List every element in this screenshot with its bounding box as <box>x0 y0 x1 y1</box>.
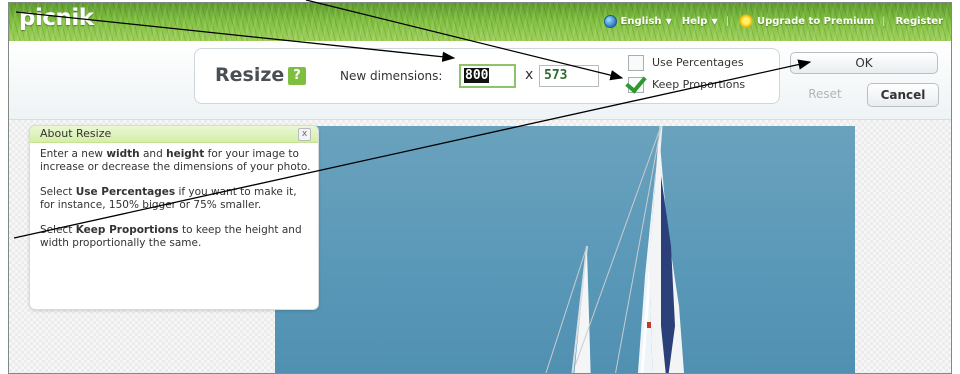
use-percentages-label[interactable]: Use Percentages <box>652 56 744 69</box>
picnik-window: picnik English ▼ Help ▼ | Upgrade to Pre… <box>8 2 952 374</box>
dimensions-label: New dimensions: <box>340 69 443 83</box>
about-resize-panel: About Resize x Enter a new width and hei… <box>29 125 319 310</box>
language-label: English <box>620 15 662 27</box>
keep-proportions-label[interactable]: Keep Proportions <box>652 78 745 91</box>
close-icon[interactable]: x <box>298 128 311 141</box>
about-paragraph: Select Keep Proportions to keep the heig… <box>40 224 302 249</box>
reset-button[interactable]: Reset <box>790 83 860 107</box>
panel-title: Resize <box>215 64 285 86</box>
upgrade-label: Upgrade to Premium <box>757 15 875 27</box>
nav-separator: | <box>725 15 729 27</box>
canvas-workspace: About Resize x Enter a new width and hei… <box>9 120 951 373</box>
resize-toolbar: Resize ? New dimensions: 800 x 573 Use P… <box>9 41 951 120</box>
about-title: About Resize <box>40 127 112 140</box>
about-paragraph: Select Use Percentages if you want to ma… <box>40 186 297 211</box>
times-symbol: x <box>525 67 534 83</box>
chevron-down-icon: ▼ <box>711 16 718 26</box>
keep-proportions-checkbox[interactable] <box>625 71 647 94</box>
photo-canvas[interactable] <box>275 126 855 373</box>
ok-button[interactable]: OK <box>790 52 938 74</box>
picnik-logo[interactable]: picnik <box>19 5 94 31</box>
nav-separator: | <box>882 15 886 27</box>
upgrade-link[interactable]: Upgrade to Premium <box>739 14 874 28</box>
register-link[interactable]: Register <box>895 16 943 27</box>
language-menu[interactable]: English ▼ <box>603 14 672 28</box>
about-body: Enter a new width and height for your im… <box>40 148 312 262</box>
help-icon[interactable]: ? <box>288 67 306 85</box>
help-menu[interactable]: Help ▼ <box>682 16 718 27</box>
height-input[interactable]: 573 <box>539 65 599 87</box>
about-paragraph: Enter a new width and height for your im… <box>40 148 311 173</box>
cancel-button[interactable]: Cancel <box>867 83 939 107</box>
width-value: 800 <box>464 68 490 83</box>
header-bar: picnik English ▼ Help ▼ | Upgrade to Pre… <box>9 3 951 41</box>
resize-panel: Resize ? New dimensions: 800 x 573 Use P… <box>194 48 780 104</box>
chevron-down-icon: ▼ <box>665 16 672 26</box>
checkmark-icon <box>625 71 647 94</box>
top-nav: English ▼ Help ▼ | Upgrade to Premium | … <box>594 14 943 28</box>
help-label: Help <box>681 15 708 27</box>
use-percentages-checkbox[interactable] <box>628 55 644 71</box>
sun-icon <box>739 14 753 28</box>
width-input[interactable]: 800 <box>459 64 516 88</box>
globe-icon <box>603 14 617 28</box>
sailboat-photo <box>545 126 685 373</box>
